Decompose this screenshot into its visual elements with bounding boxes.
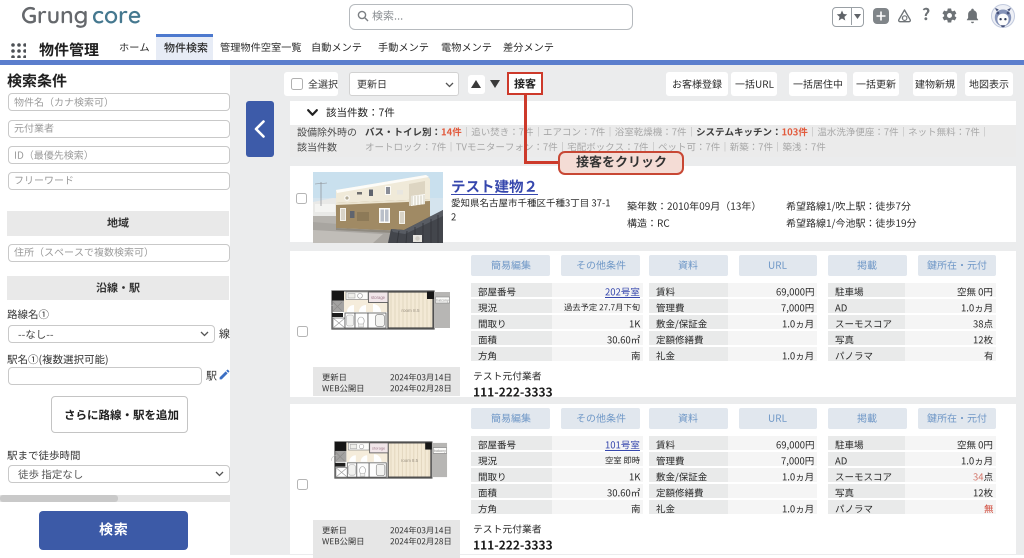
svg-text:balcony: balcony (436, 299, 449, 303)
svg-text:room 8.5: room 8.5 (401, 308, 420, 313)
svg-text:balcony: balcony (434, 449, 446, 453)
svg-text:room 8.5: room 8.5 (400, 458, 418, 463)
svg-text:storage: storage (371, 295, 386, 300)
svg-text:storage: storage (372, 446, 386, 451)
